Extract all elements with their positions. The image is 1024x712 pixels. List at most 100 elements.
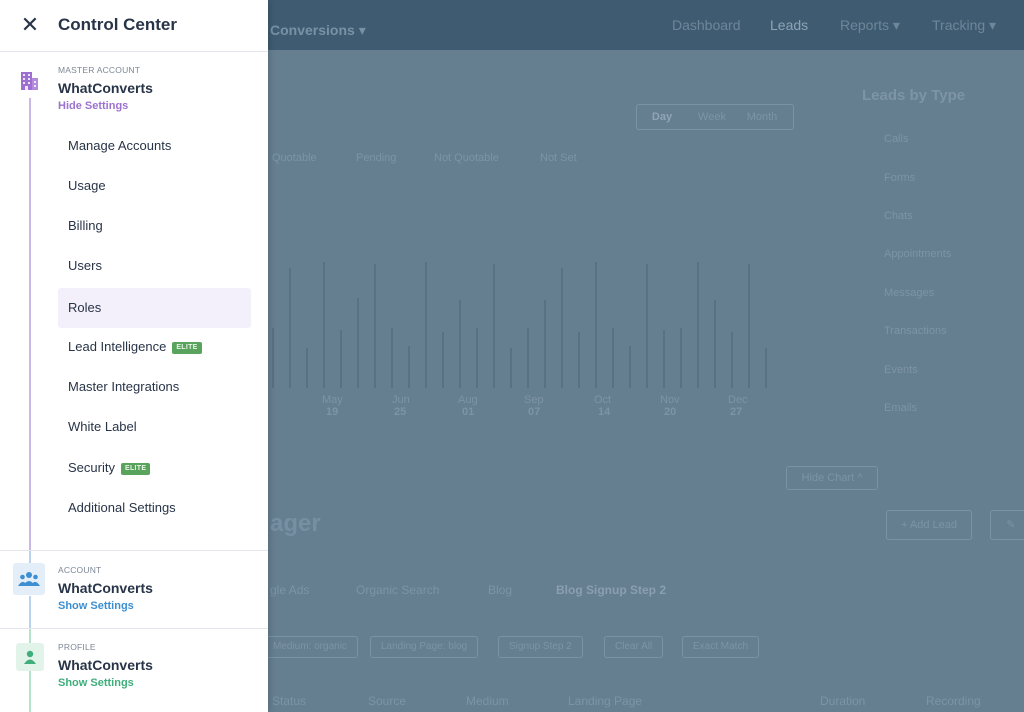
filter-tab-active[interactable]: Blog Signup Step 2 [556, 583, 666, 597]
month-label: May [322, 394, 343, 406]
close-icon[interactable]: ✕ [20, 12, 40, 38]
master-account-label: MASTER ACCOUNT [58, 65, 141, 75]
nav-dashboard[interactable]: Dashboard [672, 17, 741, 33]
range-month[interactable]: Month [737, 105, 787, 129]
menu-security[interactable]: Security ELITE [58, 448, 251, 488]
legend-not-set: Not Set [540, 152, 577, 164]
link-icon[interactable]: ✎ [990, 510, 1024, 540]
day-label: 07 [528, 406, 541, 418]
menu-additional-settings[interactable]: Additional Settings [58, 488, 251, 528]
menu-item-label: Billing [68, 218, 103, 233]
filter-tab[interactable]: gle Ads [270, 583, 309, 597]
elite-badge: ELITE [120, 463, 151, 475]
month-label: Oct [594, 394, 612, 406]
menu-white-label[interactable]: White Label [58, 407, 251, 447]
menu-item-label: Additional Settings [68, 500, 176, 515]
menu-item-label: Roles [68, 300, 102, 315]
filter-chip[interactable]: Clear All [604, 636, 664, 658]
menu-billing[interactable]: Billing [58, 206, 251, 246]
add-lead-button[interactable]: + Add Lead [886, 510, 972, 540]
menu-item-label: Usage [68, 178, 106, 193]
menu-manage-accounts[interactable]: Manage Accounts [58, 126, 251, 166]
chart-bar [527, 328, 529, 388]
chart-bar [493, 264, 495, 388]
chart-bar [272, 328, 274, 388]
chart-bar [357, 298, 359, 388]
chart-bar [391, 328, 393, 388]
menu-lead-intelligence[interactable]: Lead Intelligence ELITE [58, 327, 251, 367]
menu-usage[interactable]: Usage [58, 166, 251, 206]
range-toggle: Day Week Month [636, 104, 794, 130]
lead-type: Forms [884, 172, 916, 184]
nav-reports[interactable]: Reports ▾ [840, 17, 900, 34]
month-label: Dec [728, 394, 748, 406]
lead-manager-title: ager [270, 510, 321, 537]
filter-tab[interactable]: Organic Search [356, 583, 439, 597]
menu-item-label: White Label [68, 419, 137, 434]
chart-bar [714, 300, 716, 388]
chart-bar [408, 346, 410, 388]
menu-roles[interactable]: Roles [58, 288, 251, 328]
filter-chip[interactable]: Landing Page: blog [370, 636, 479, 658]
nav-leads[interactable]: Leads [770, 17, 808, 33]
account-show-settings-link[interactable]: Show Settings [58, 600, 134, 612]
filter-chip[interactable]: Exact Match [682, 636, 760, 658]
menu-master-integrations[interactable]: Master Integrations [58, 367, 251, 407]
filter-chip[interactable]: Medium: organic [262, 636, 358, 658]
menu-item-label: Users [68, 258, 102, 273]
chart-bar [578, 332, 580, 388]
filter-chip[interactable]: Signup Step 2 [498, 636, 583, 658]
chart-bar [459, 300, 461, 388]
profile-section: PROFILE WhatConverts Show Settings [0, 629, 268, 706]
chart-bar [425, 262, 427, 388]
leads-chart [268, 262, 790, 388]
menu-item-text: Lead Intelligence ELITE [68, 339, 202, 354]
drawer-header: ✕ Control Center [0, 0, 268, 52]
building-icon [11, 63, 47, 99]
day-label: 25 [394, 406, 407, 418]
lead-type: Messages [884, 287, 935, 299]
menu-item-label: Manage Accounts [68, 138, 172, 153]
nav-tracking[interactable]: Tracking ▾ [932, 17, 996, 34]
lead-type: Calls [884, 133, 909, 145]
column-header: Source [368, 694, 407, 708]
menu-item-label: Lead Intelligence [68, 339, 167, 354]
month-label: Aug [458, 394, 478, 406]
day-label: 01 [462, 406, 475, 418]
range-day[interactable]: Day [637, 105, 687, 129]
hide-chart-button[interactable]: Hide Chart ^ [786, 466, 878, 490]
master-account-name: WhatConverts [58, 80, 153, 96]
elite-badge: ELITE [172, 342, 202, 354]
day-label: 27 [730, 406, 743, 418]
chart-bar [510, 348, 512, 388]
chart-bar [442, 332, 444, 388]
menu-users[interactable]: Users [58, 246, 251, 286]
month-label: Jun [392, 394, 410, 406]
day-label: 19 [326, 406, 339, 418]
drawer-title: Control Center [58, 15, 177, 34]
chart-bar [595, 262, 597, 388]
account-section: ACCOUNT WhatConverts Show Settings [0, 551, 268, 628]
legend-quotable: Quotable [272, 152, 317, 164]
hide-settings-link[interactable]: Hide Settings [58, 100, 128, 112]
lead-type: Emails [884, 402, 918, 414]
chart-bar [731, 332, 733, 388]
conversions-menu[interactable]: Conversions ▾ [270, 22, 366, 39]
profile-label: PROFILE [58, 642, 96, 652]
filter-tab[interactable]: Blog [488, 583, 512, 597]
leads-by-type-title: Leads by Type [862, 87, 966, 104]
chart-bar [646, 264, 648, 388]
lead-type: Transactions [884, 325, 947, 337]
day-label: 14 [598, 406, 611, 418]
account-name: WhatConverts [58, 580, 153, 596]
chart-bar [680, 328, 682, 388]
users-group-icon [13, 563, 45, 595]
column-header: Landing Page [568, 694, 643, 708]
column-header: Duration [820, 694, 866, 708]
chart-bar [323, 262, 325, 388]
profile-show-settings-link[interactable]: Show Settings [58, 677, 134, 689]
control-center-drawer: ✕ Control Center MASTER ACCOUNT WhatConv… [0, 0, 268, 712]
range-week[interactable]: Week [687, 105, 737, 129]
chart-bar [663, 330, 665, 388]
chart-bar [748, 264, 750, 388]
